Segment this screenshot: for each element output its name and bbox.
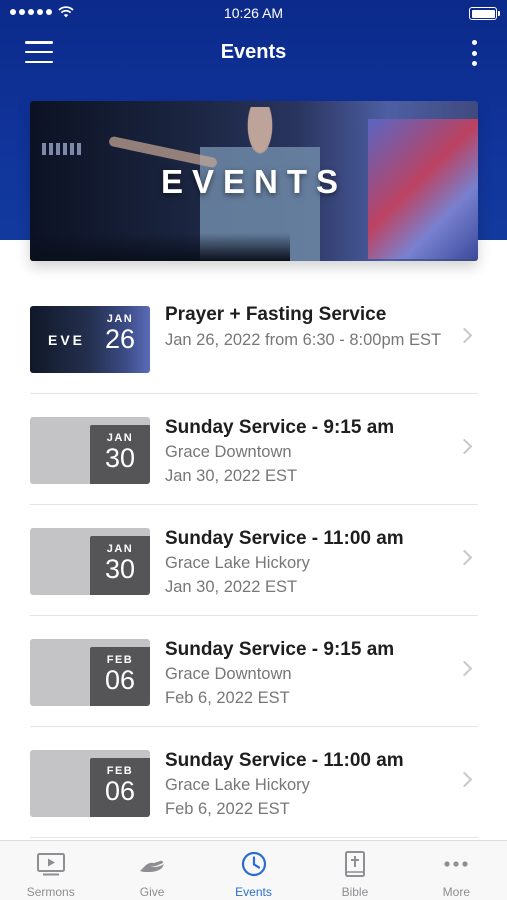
event-location: Grace Lake Hickory [165, 554, 310, 572]
banner-title: EVENTS [160, 163, 348, 200]
event-row[interactable]: FEB 06 Sunday Service - 9:15 am Grace Do… [30, 616, 478, 727]
date-badge: JAN 30 [90, 425, 150, 484]
tab-label: Give [139, 885, 165, 899]
event-thumbnail: JAN 30 [30, 417, 150, 484]
tab-bible[interactable]: Bible [304, 841, 405, 900]
give-hand-icon [140, 860, 165, 872]
date-day: 06 [104, 665, 136, 695]
tab-sermons[interactable]: Sermons [0, 841, 101, 900]
date-badge: FEB 06 [90, 647, 150, 706]
event-title: Sunday Service - 9:15 am [165, 639, 395, 660]
event-datetime: Jan 26, 2022 from 6:30 - 8:00pm EST [165, 331, 442, 349]
event-thumbnail: JAN 30 [30, 528, 150, 595]
event-location: Grace Downtown [165, 443, 292, 461]
date-day: 26 [104, 324, 136, 354]
event-location: Grace Lake Hickory [165, 776, 310, 794]
tab-label: Sermons [26, 885, 75, 899]
bible-icon [344, 851, 365, 877]
date-badge: JAN 30 [90, 536, 150, 595]
battery-icon [469, 7, 500, 20]
date-day: 30 [104, 554, 136, 584]
chevron-right-icon [456, 549, 473, 566]
status-bar: 10:26 AM [0, 0, 507, 28]
event-date: Jan 30, 2022 EST [165, 467, 298, 485]
date-badge: JAN 26 [90, 306, 150, 373]
navigation-bar: Events [0, 28, 507, 78]
status-time: 10:26 AM [223, 5, 284, 21]
tab-label: Events [235, 885, 272, 899]
stage-lights [42, 143, 82, 155]
event-thumbnail: FEB 06 [30, 750, 150, 817]
event-thumbnail: EVE JAN 26 [30, 306, 150, 373]
more-dots-icon [444, 861, 468, 867]
stage-floor [30, 233, 290, 261]
date-badge: FEB 06 [90, 758, 150, 817]
event-location: Grace Downtown [165, 665, 292, 683]
event-date: Feb 6, 2022 EST [165, 689, 290, 707]
page-title: Events [220, 41, 287, 63]
chevron-right-icon [456, 327, 473, 344]
tab-bar: Sermons Give Events Bible More [0, 840, 507, 900]
event-row[interactable]: FEB 06 Sunday Service - 11:00 am Grace L… [30, 727, 478, 838]
event-date: Feb 6, 2022 EST [165, 800, 290, 818]
tab-events[interactable]: Events [203, 841, 304, 900]
tab-label: Bible [341, 885, 369, 899]
thumbnail-text: EVE [48, 332, 86, 348]
more-options-icon[interactable] [469, 40, 479, 66]
chevron-right-icon [456, 660, 473, 677]
event-title: Sunday Service - 11:00 am [165, 750, 404, 771]
chevron-right-icon [456, 771, 473, 788]
event-title: Sunday Service - 11:00 am [165, 528, 404, 549]
event-list: EVE JAN 26 Prayer + Fasting Service Jan … [30, 283, 478, 838]
event-row[interactable]: JAN 30 Sunday Service - 9:15 am Grace Do… [30, 394, 478, 505]
events-banner: EVENTS [30, 101, 478, 261]
event-row[interactable]: JAN 30 Sunday Service - 11:00 am Grace L… [30, 505, 478, 616]
tab-give[interactable]: Give [101, 841, 202, 900]
clock-icon [241, 851, 266, 877]
date-day: 06 [104, 776, 136, 806]
tab-more[interactable]: More [406, 841, 507, 900]
event-title: Prayer + Fasting Service [165, 304, 387, 325]
event-title: Sunday Service - 9:15 am [165, 417, 395, 438]
event-date: Jan 30, 2022 EST [165, 578, 298, 596]
event-thumbnail: FEB 06 [30, 639, 150, 706]
video-icon [36, 853, 65, 876]
tab-label: More [442, 885, 470, 899]
date-day: 30 [104, 443, 136, 473]
event-row[interactable]: EVE JAN 26 Prayer + Fasting Service Jan … [30, 283, 478, 394]
chevron-right-icon [456, 438, 473, 455]
